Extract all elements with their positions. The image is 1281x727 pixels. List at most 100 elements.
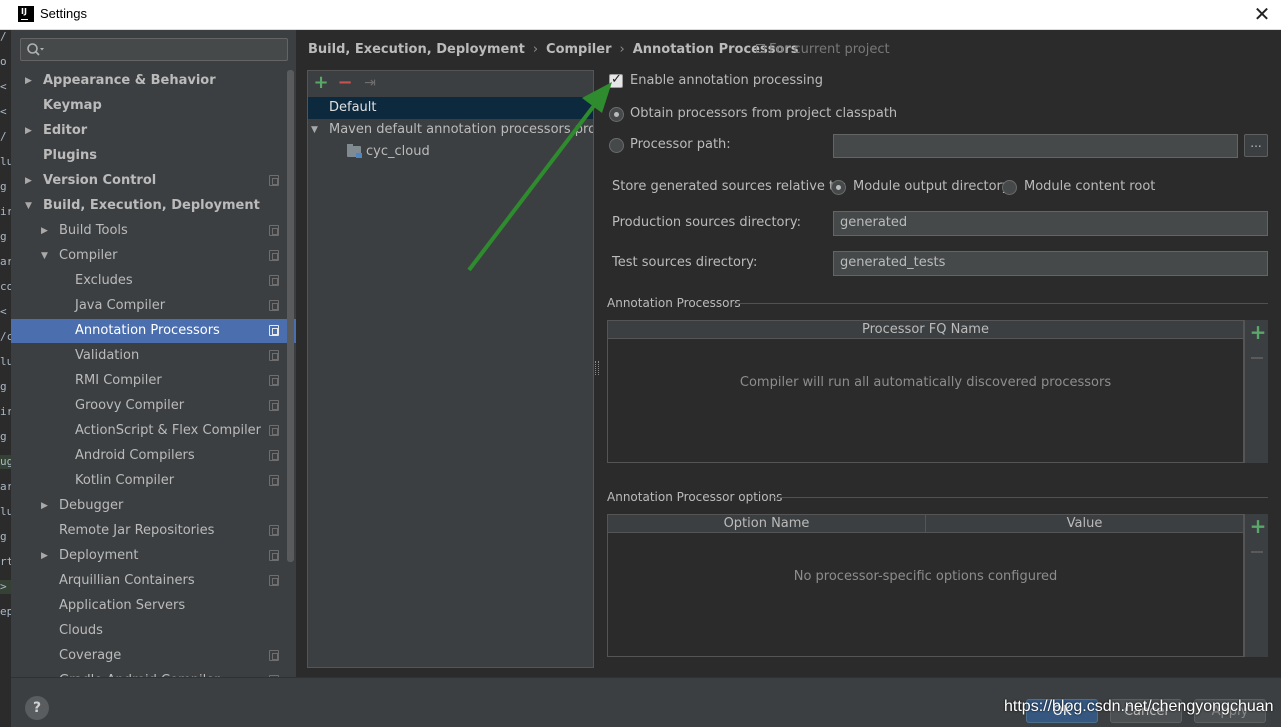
sidebar-item-label: Build Tools — [59, 223, 128, 238]
sidebar-item-label: Keymap — [43, 98, 102, 113]
breadcrumb-item[interactable]: Build, Execution, Deployment — [308, 42, 525, 57]
enable-annotation-label: Enable annotation processing — [630, 73, 823, 88]
editor-code-fragment: > — [0, 580, 11, 594]
move-to-profile-icon[interactable]: ⇥ — [360, 73, 380, 93]
editor-code-fragment: ar — [0, 255, 11, 268]
profile-module[interactable]: cyc_cloud — [308, 141, 593, 163]
chevron-right-icon[interactable]: ▶ — [25, 69, 37, 93]
sidebar-item[interactable]: Excludes — [11, 269, 296, 293]
project-scope-icon — [756, 44, 765, 53]
browse-button[interactable]: ... — [1244, 134, 1268, 157]
close-button[interactable]: ✕ — [1247, 0, 1277, 29]
sidebar-item[interactable]: Arquillian Containers — [11, 569, 296, 593]
sidebar-item-label: Compiler — [59, 248, 118, 263]
module-output-radio[interactable] — [831, 180, 846, 195]
search-input[interactable] — [49, 41, 279, 58]
profile-default[interactable]: Default — [308, 97, 593, 119]
sidebar-item[interactable]: Plugins — [11, 144, 296, 168]
sidebar-item[interactable]: Android Compilers — [11, 444, 296, 468]
options-empty-text: No processor-specific options configured — [793, 569, 1058, 584]
chevron-right-icon[interactable]: ▶ — [25, 119, 37, 143]
module-content-radio[interactable] — [1002, 180, 1017, 195]
sidebar-item[interactable]: RMI Compiler — [11, 369, 296, 393]
sidebar-item[interactable]: Validation — [11, 344, 296, 368]
module-content-label: Module content root — [1024, 179, 1156, 194]
profiles-panel: + − ⇥ Default ▼ Maven default annotation… — [307, 70, 594, 668]
store-generated-label: Store generated sources relative to: — [612, 179, 847, 194]
search-icon — [26, 41, 46, 59]
sidebar-item[interactable]: Groovy Compiler — [11, 394, 296, 418]
obtain-classpath-radio[interactable] — [609, 107, 624, 122]
sidebar-item-label: Deployment — [59, 548, 139, 563]
section-divider — [772, 497, 1268, 498]
sidebar-item[interactable]: ▶ Build Tools — [11, 219, 296, 243]
sidebar-item-label: Android Compilers — [75, 448, 195, 463]
sidebar-item[interactable]: Application Servers — [11, 594, 296, 618]
sidebar-item[interactable]: Annotation Processors — [11, 319, 296, 343]
editor-code-fragment: rt — [0, 555, 11, 568]
test-sources-label: Test sources directory: — [612, 255, 758, 270]
enable-annotation-checkbox[interactable] — [609, 72, 623, 88]
sidebar-item[interactable]: ▼ Compiler — [11, 244, 296, 268]
chevron-right-icon[interactable]: ▶ — [25, 169, 37, 193]
editor-code-fragment: < — [0, 105, 7, 118]
sidebar-item[interactable]: Coverage — [11, 644, 296, 668]
sidebar-item[interactable]: ▶ Debugger — [11, 494, 296, 518]
module-output-label: Module output directory — [853, 179, 1010, 194]
breadcrumb-item[interactable]: Compiler — [546, 42, 611, 57]
test-sources-field[interactable]: generated_tests — [833, 251, 1268, 276]
sidebar-item[interactable]: Clouds — [11, 619, 296, 643]
remove-profile-button[interactable]: − — [335, 73, 355, 93]
sidebar-item[interactable]: ▶ Editor — [11, 119, 296, 143]
chevron-down-icon[interactable]: ▼ — [311, 119, 318, 141]
production-sources-field[interactable]: generated — [833, 211, 1268, 236]
processor-fq-name-header[interactable]: Processor FQ Name — [608, 321, 1243, 339]
editor-code-fragment: ep — [0, 605, 11, 618]
sidebar-item[interactable]: Gradle-Android Compiler — [11, 669, 296, 677]
sidebar-item[interactable]: ActionScript & Flex Compiler — [11, 419, 296, 443]
add-profile-button[interactable]: + — [311, 73, 331, 93]
chevron-down-icon[interactable]: ▼ — [25, 194, 37, 218]
processor-path-radio[interactable] — [609, 138, 624, 153]
remove-processor-button[interactable] — [1251, 357, 1263, 359]
search-box[interactable] — [20, 38, 288, 61]
processors-table[interactable]: Processor FQ Name Compiler will run all … — [607, 320, 1244, 463]
sidebar-item-label: Editor — [43, 123, 88, 138]
sidebar-item[interactable]: Keymap — [11, 94, 296, 118]
option-name-header[interactable]: Option Name — [608, 515, 926, 533]
profile-maven-default[interactable]: ▼ Maven default annotation processors pr… — [308, 119, 593, 141]
value-header[interactable]: Value — [926, 515, 1243, 533]
editor-code-fragment: lu — [0, 505, 11, 518]
title-bar: IJ Settings ✕ — [0, 0, 1281, 30]
chevron-down-icon[interactable]: ▼ — [41, 244, 53, 268]
remove-option-button[interactable] — [1251, 551, 1263, 553]
processor-path-field[interactable] — [833, 134, 1238, 158]
sidebar-item[interactable]: ▼ Build, Execution, Deployment — [11, 194, 296, 218]
sidebar-item[interactable]: Kotlin Compiler — [11, 469, 296, 493]
project-scope-icon — [269, 325, 279, 336]
processors-empty-text: Compiler will run all automatically disc… — [739, 375, 1112, 390]
add-processor-button[interactable]: + — [1247, 320, 1269, 344]
sidebar-item[interactable]: ▶ Appearance & Behavior — [11, 69, 296, 93]
sidebar-item[interactable]: ▶ Deployment — [11, 544, 296, 568]
add-option-button[interactable]: + — [1247, 514, 1269, 538]
project-scope-icon — [269, 550, 279, 561]
options-table[interactable]: Option Name Value No processor-specific … — [607, 514, 1244, 657]
module-label: cyc_cloud — [366, 144, 430, 159]
sidebar-scrollbar[interactable] — [287, 70, 294, 562]
chevron-right-icon[interactable]: ▶ — [41, 494, 53, 518]
editor-code-fragment: < — [0, 305, 7, 318]
sidebar-item[interactable]: ▶ Version Control — [11, 169, 296, 193]
editor-code-fragment: g — [0, 230, 7, 243]
sidebar-item-label: Version Control — [43, 173, 157, 188]
sidebar-item[interactable]: Remote Jar Repositories — [11, 519, 296, 543]
sidebar-item-label: ActionScript & Flex Compiler — [75, 423, 262, 438]
project-scope-icon — [269, 475, 279, 486]
project-scope-icon — [269, 350, 279, 361]
panel-splitter[interactable] — [595, 361, 599, 375]
help-button[interactable]: ? — [25, 696, 49, 720]
chevron-right-icon[interactable]: ▶ — [41, 544, 53, 568]
sidebar-item[interactable]: Java Compiler — [11, 294, 296, 318]
chevron-right-icon[interactable]: ▶ — [41, 219, 53, 243]
project-scope-icon — [269, 400, 279, 411]
